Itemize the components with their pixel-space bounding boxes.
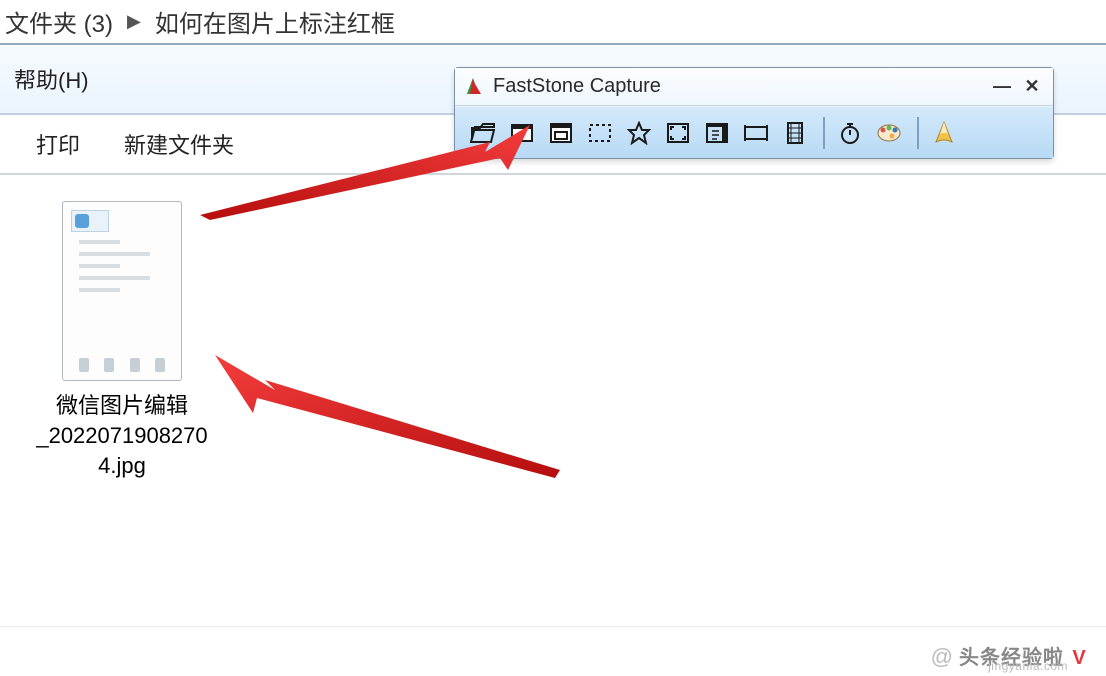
capture-window-object-icon[interactable] (543, 115, 579, 151)
thumb-app-icon (71, 210, 109, 232)
open-folder-icon[interactable] (465, 115, 501, 151)
new-folder-button[interactable]: 新建文件夹 (124, 128, 234, 160)
separator (823, 117, 825, 149)
faststone-titlebar[interactable]: FastStone Capture — ✕ (455, 68, 1053, 106)
capture-active-window-icon[interactable] (504, 115, 540, 151)
capture-freehand-icon[interactable] (621, 115, 657, 151)
faststone-window[interactable]: FastStone Capture — ✕ (454, 67, 1054, 159)
faststone-logo-icon (463, 76, 485, 98)
file-thumbnail (62, 201, 182, 381)
footer: @ 头条经验啦 V jingyanla.com (0, 626, 1106, 676)
settings-icon[interactable] (871, 115, 907, 151)
capture-fixed-region-icon[interactable] (738, 115, 774, 151)
faststone-title: FastStone Capture (493, 75, 985, 98)
watermark: @ 头条经验啦 V jingyanla.com (931, 641, 1090, 670)
separator (917, 117, 919, 149)
delay-timer-icon[interactable] (832, 115, 868, 151)
file-name: 微信图片编辑 _2022071908270 4.jpg (32, 391, 212, 481)
print-button[interactable]: 打印 (36, 128, 80, 160)
capture-rectangle-icon[interactable] (582, 115, 618, 151)
capture-scrolling-icon[interactable] (699, 115, 735, 151)
screen-recorder-icon[interactable] (777, 115, 813, 151)
menu-help[interactable]: 帮助(H) (14, 63, 89, 95)
capture-fullscreen-icon[interactable] (660, 115, 696, 151)
faststone-toolbar (455, 106, 1053, 158)
verified-badge-icon: V (1068, 648, 1090, 670)
file-item[interactable]: 微信图片编辑 _2022071908270 4.jpg (32, 201, 212, 481)
minimize-button[interactable]: — (989, 74, 1015, 100)
breadcrumb: 文件夹 (3) ▶ 如何在图片上标注红框 (0, 0, 1106, 45)
breadcrumb-segment[interactable]: 如何在图片上标注红框 (155, 4, 395, 39)
breadcrumb-segment[interactable]: 文件夹 (3) (5, 4, 113, 39)
close-button[interactable]: ✕ (1019, 74, 1045, 100)
output-destination-icon[interactable] (926, 115, 962, 151)
chevron-right-icon: ▶ (127, 11, 141, 32)
content-area: 微信图片编辑 _2022071908270 4.jpg (0, 175, 1106, 626)
